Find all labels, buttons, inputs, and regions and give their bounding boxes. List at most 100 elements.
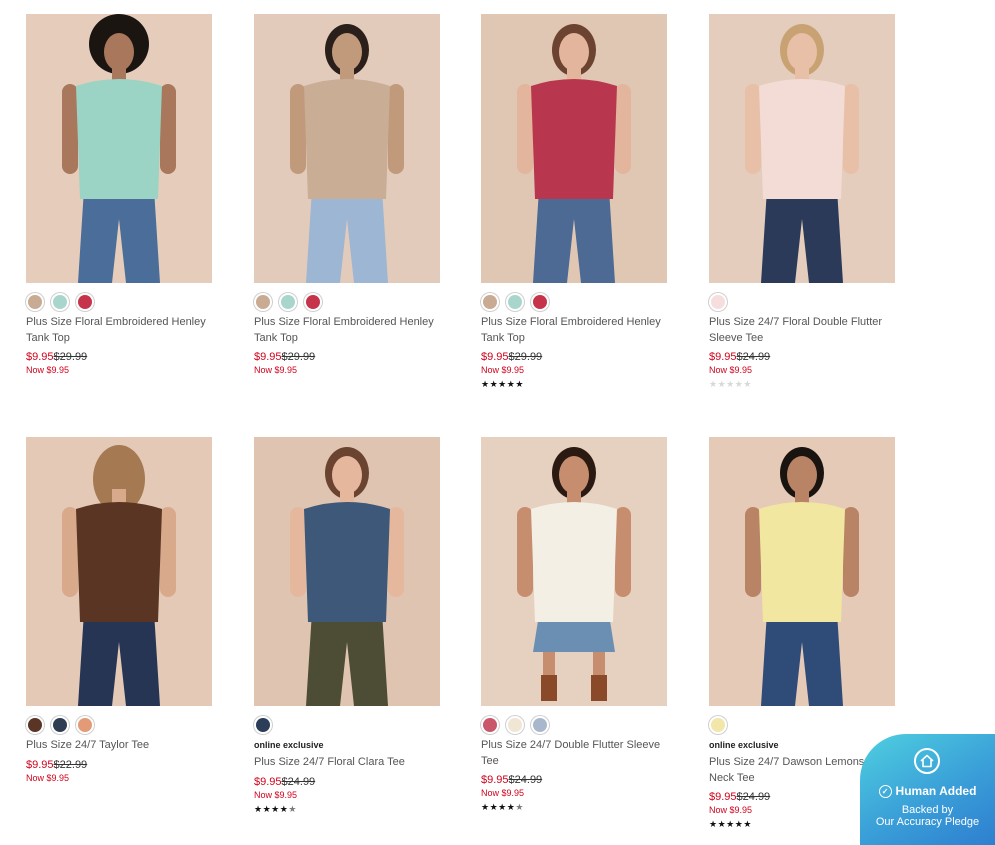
- product-photo-figure: [709, 437, 895, 706]
- product-image[interactable]: [709, 14, 895, 283]
- now-price: Now $9.95: [26, 772, 70, 783]
- online-exclusive-badge: online exclusive: [709, 740, 779, 750]
- star-icon: ★: [515, 802, 524, 812]
- sale-price: $9.95: [481, 351, 509, 363]
- color-swatch[interactable]: [483, 295, 497, 309]
- product-photo-figure: [254, 437, 440, 706]
- product-photo-figure: [709, 14, 895, 283]
- product-card[interactable]: Plus Size 24/7 Floral Double Flutter Sle…: [709, 14, 895, 389]
- now-price: Now $9.95: [26, 365, 70, 375]
- star-icon: ★: [726, 819, 735, 829]
- sale-price: $9.95: [26, 351, 54, 363]
- star-icon: ★: [489, 379, 499, 389]
- pledge-subtitle: Backed by Our Accuracy Pledge: [860, 804, 995, 828]
- product-image[interactable]: [26, 437, 212, 706]
- star-icon: ★: [743, 819, 752, 829]
- now-price: Now $9.95: [709, 365, 753, 375]
- product-name[interactable]: Plus Size Floral Embroidered Henley Tank…: [254, 315, 440, 346]
- product-prices: $9.95$29.99 Now $9.95: [26, 351, 212, 376]
- color-swatches: [254, 716, 440, 734]
- online-exclusive-badge: online exclusive: [254, 740, 324, 750]
- sale-price: $9.95: [254, 351, 282, 363]
- star-icon: ★: [726, 379, 735, 389]
- home-icon: [914, 748, 940, 774]
- product-image[interactable]: [709, 437, 895, 706]
- product-prices: $9.95$24.99 Now $9.95: [254, 776, 440, 801]
- color-swatch[interactable]: [306, 295, 320, 309]
- product-card[interactable]: Plus Size Floral Embroidered Henley Tank…: [481, 14, 667, 389]
- star-icon: ★: [288, 803, 297, 814]
- product-name[interactable]: Plus Size 24/7 Taylor Tee: [26, 738, 212, 754]
- color-swatches: [26, 716, 212, 734]
- color-swatches: [481, 716, 667, 734]
- product-name[interactable]: Plus Size 24/7 Floral Clara Tee: [254, 755, 440, 771]
- product-prices: $9.95$29.99 Now $9.95: [481, 351, 667, 376]
- product-prices: $9.95$29.99 Now $9.95: [254, 351, 440, 376]
- color-swatch[interactable]: [711, 295, 725, 309]
- product-image[interactable]: [481, 437, 667, 706]
- original-price: $22.99: [53, 758, 88, 771]
- star-icon: ★: [717, 379, 727, 389]
- color-swatch[interactable]: [533, 718, 547, 732]
- star-icon: ★: [254, 803, 263, 814]
- product-card[interactable]: Plus Size Floral Embroidered Henley Tank…: [26, 14, 212, 376]
- color-swatch[interactable]: [281, 295, 295, 309]
- color-swatch[interactable]: [78, 295, 92, 309]
- product-name[interactable]: Plus Size Floral Embroidered Henley Tank…: [481, 315, 667, 346]
- color-swatch[interactable]: [28, 295, 42, 309]
- star-rating[interactable]: ★★★★★: [709, 379, 895, 389]
- color-swatch[interactable]: [256, 718, 270, 732]
- color-swatch[interactable]: [28, 718, 42, 732]
- color-swatch[interactable]: [53, 295, 67, 309]
- product-image[interactable]: [254, 14, 440, 283]
- original-price: $24.99: [736, 351, 771, 363]
- product-image[interactable]: [481, 14, 667, 283]
- star-icon: ★: [481, 379, 490, 389]
- now-price: Now $9.95: [254, 365, 298, 375]
- color-swatch[interactable]: [483, 718, 497, 732]
- color-swatch[interactable]: [256, 295, 270, 309]
- star-icon: ★: [481, 802, 490, 812]
- product-photo-figure: [481, 14, 667, 283]
- product-card[interactable]: Plus Size Floral Embroidered Henley Tank…: [254, 14, 440, 376]
- product-photo-figure: [26, 437, 212, 706]
- product-photo-figure: [481, 437, 667, 706]
- color-swatch[interactable]: [533, 295, 547, 309]
- color-swatch[interactable]: [508, 295, 522, 309]
- product-card[interactable]: Plus Size 24/7 Taylor Tee $9.95$22.99 Now …: [26, 437, 212, 784]
- sale-price: $9.95: [254, 775, 282, 788]
- star-icon: ★: [717, 819, 727, 829]
- original-price: $24.99: [508, 774, 543, 786]
- star-icon: ★: [515, 379, 524, 389]
- star-rating[interactable]: ★★★★★: [254, 804, 440, 814]
- accuracy-pledge-badge[interactable]: ✓ Human Added Backed by Our Accuracy Pled…: [860, 734, 995, 845]
- product-prices: $9.95$24.99 Now $9.95: [481, 774, 667, 799]
- star-icon: ★: [262, 803, 272, 814]
- product-card[interactable]: online exclusive Plus Size 24/7 Floral Cl…: [254, 437, 440, 814]
- color-swatch[interactable]: [53, 718, 67, 732]
- sale-price: $9.95: [26, 758, 54, 771]
- original-price: $29.99: [508, 351, 543, 363]
- product-name[interactable]: Plus Size 24/7 Floral Double Flutter Sle…: [709, 315, 895, 346]
- color-swatches: [709, 293, 895, 311]
- color-swatch[interactable]: [78, 718, 92, 732]
- color-swatch[interactable]: [508, 718, 522, 732]
- original-price: $29.99: [281, 351, 316, 363]
- pledge-line-1: Backed by: [901, 804, 954, 816]
- product-name[interactable]: Plus Size 24/7 Double Flutter Sleeve Tee: [481, 738, 667, 769]
- star-icon: ★: [498, 802, 507, 812]
- product-prices: $9.95$24.99 Now $9.95: [709, 351, 895, 376]
- product-image[interactable]: [254, 437, 440, 706]
- original-price: $29.99: [53, 351, 88, 363]
- pledge-title: ✓ Human Added: [860, 784, 995, 798]
- star-rating[interactable]: ★★★★★: [481, 379, 667, 389]
- product-image[interactable]: [26, 14, 212, 283]
- now-price: Now $9.95: [254, 789, 298, 800]
- product-name[interactable]: Plus Size Floral Embroidered Henley Tank…: [26, 315, 212, 346]
- original-price: $24.99: [281, 775, 316, 788]
- pledge-line-2: Our Accuracy Pledge: [875, 816, 980, 828]
- star-rating[interactable]: ★★★★★: [481, 802, 667, 812]
- sale-price: $9.95: [709, 351, 737, 363]
- product-card[interactable]: Plus Size 24/7 Double Flutter Sleeve Tee…: [481, 437, 667, 812]
- color-swatch[interactable]: [711, 718, 725, 732]
